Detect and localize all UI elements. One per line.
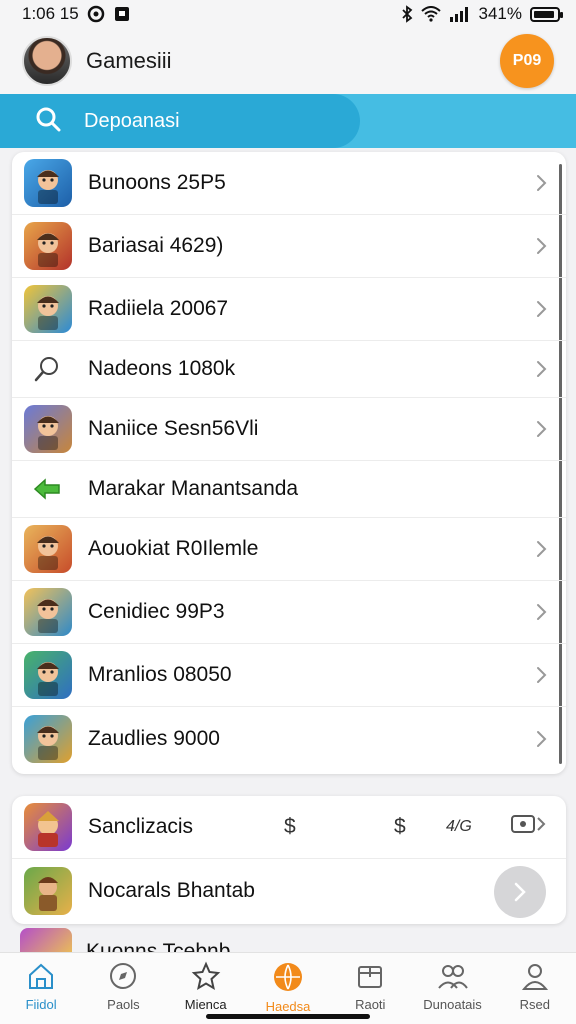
nav-label: Mienca <box>184 997 227 1012</box>
list-item[interactable]: Bunoons 25P5 <box>12 152 566 215</box>
secondary-list: Sanclizacis $ $ 4/G Nocarals Bhantab <box>12 796 566 924</box>
app-header: Gamesiii P09 <box>0 28 576 94</box>
home-indicator[interactable] <box>206 1014 370 1019</box>
price-icon: $ <box>284 815 296 838</box>
list-item-label: Marakar Manantsanda <box>88 477 299 500</box>
bluetooth-icon <box>401 5 413 23</box>
chevron-right-icon <box>536 539 548 559</box>
nav-item-profile[interactable]: Rsed <box>499 961 571 1024</box>
profile-badge-button[interactable]: P09 <box>500 34 554 88</box>
search-bar: Depoanasi <box>0 94 576 148</box>
list-item-label: Nadeons 1080k <box>88 357 236 380</box>
search-icon <box>24 345 72 393</box>
game-icon-soldier <box>24 159 72 207</box>
chevron-right-icon <box>536 602 548 622</box>
list-item-label: Mranlios 08050 <box>88 663 232 686</box>
status-time: 1:06 15 <box>22 4 79 23</box>
list-item-label: Bunoons 25P5 <box>88 171 226 194</box>
chevron-right-icon <box>536 665 548 685</box>
list-item[interactable]: Radiiela 20067 <box>12 278 566 341</box>
profile-icon <box>521 964 548 990</box>
compass-icon <box>110 963 137 989</box>
list-item-label: Naniice Sesn56Vli <box>88 417 259 440</box>
game-icon-barbarian <box>24 525 72 573</box>
list-item[interactable]: Mranlios 08050 <box>12 644 566 707</box>
chevron-right-icon <box>536 173 548 193</box>
rating-label: 4/G <box>446 818 472 835</box>
nav-item-friends[interactable]: Dunoatais <box>417 961 489 1024</box>
search-button[interactable]: Depoanasi <box>0 94 360 148</box>
list-item[interactable]: Cenidiec 99P3 <box>12 581 566 644</box>
list-item[interactable]: Bariasai 4629) <box>12 215 566 278</box>
message-icon <box>113 5 131 23</box>
game-icon-ranger <box>24 866 72 915</box>
list-item-label: Sanclizacis <box>88 815 194 838</box>
list-item[interactable]: Aouokiat R0Ilemle <box>12 518 566 581</box>
wifi-icon <box>420 6 441 22</box>
green-arrow-icon <box>24 465 72 513</box>
chevron-right-icon <box>536 419 548 439</box>
game-icon-knight <box>24 803 72 851</box>
list-item-partial[interactable]: Kuonns Tcebnb <box>20 928 560 952</box>
list-item[interactable]: Nadeons 1080k <box>12 341 566 398</box>
media-icon[interactable] <box>510 813 548 841</box>
nav-item-home[interactable]: Fiidol <box>5 961 77 1024</box>
game-icon-partial <box>20 928 72 952</box>
list-item-label: Kuonns Tcebnb <box>86 940 231 952</box>
game-icon-arcade <box>24 285 72 333</box>
list-item-label: Zaudlies 9000 <box>88 726 220 750</box>
avatar[interactable] <box>22 36 72 86</box>
game-icon-warrior <box>24 222 72 270</box>
search-icon <box>34 105 62 138</box>
scroll-forward-button[interactable] <box>494 866 546 918</box>
game-list: Bunoons 25P5 Bariasai 4629) Radiiela 20067… <box>12 152 566 774</box>
game-icon-pirate <box>24 714 72 763</box>
list-item-label: Nocarals Bhantab <box>88 878 255 902</box>
ball-icon <box>273 963 302 991</box>
list-item[interactable]: Marakar Manantsanda <box>12 461 566 518</box>
list-item-label: Bariasai 4629) <box>88 234 224 257</box>
status-bar: 1:06 15 341% <box>0 0 576 28</box>
nav-label: Paols <box>107 997 140 1012</box>
list-item-label: Aouokiat R0Ilemle <box>88 537 259 560</box>
chevron-right-icon <box>536 236 548 256</box>
battery-icon <box>530 6 563 22</box>
signal-icon <box>449 6 471 22</box>
game-icon-adventurer <box>24 405 72 453</box>
notification-icon <box>87 5 105 23</box>
nav-label: Haedsa <box>265 999 311 1014</box>
page-title: Gamesiii <box>86 48 172 73</box>
list-item[interactable]: Nocarals Bhantab <box>12 859 566 922</box>
home-icon <box>29 963 54 989</box>
list-item[interactable]: Zaudlies 9000 <box>12 707 566 770</box>
list-item-label: Cenidiec 99P3 <box>88 600 225 623</box>
list-item-label: Radiiela 20067 <box>88 297 229 320</box>
chevron-right-icon <box>536 299 548 319</box>
list-item[interactable]: Sanclizacis $ $ 4/G <box>12 796 566 859</box>
chevron-right-icon <box>514 882 526 902</box>
nav-label: Raoti <box>355 997 386 1012</box>
game-icon-hero <box>24 651 72 699</box>
nav-label: Dunoatais <box>423 997 482 1012</box>
nav-item-explore[interactable]: Paols <box>87 961 159 1024</box>
box-icon <box>358 966 383 988</box>
battery-percent: 341% <box>478 4 522 23</box>
game-icon-shield <box>24 588 72 636</box>
chevron-right-icon <box>536 729 548 749</box>
friends-icon <box>437 965 468 989</box>
list-item[interactable]: Naniice Sesn56Vli <box>12 398 566 461</box>
search-label: Depoanasi <box>84 109 180 132</box>
nav-label: Rsed <box>519 997 550 1012</box>
chevron-right-icon <box>536 359 548 379</box>
price-icon: $ <box>394 815 406 838</box>
nav-label: Fiidol <box>25 997 57 1012</box>
star-icon <box>191 961 220 991</box>
